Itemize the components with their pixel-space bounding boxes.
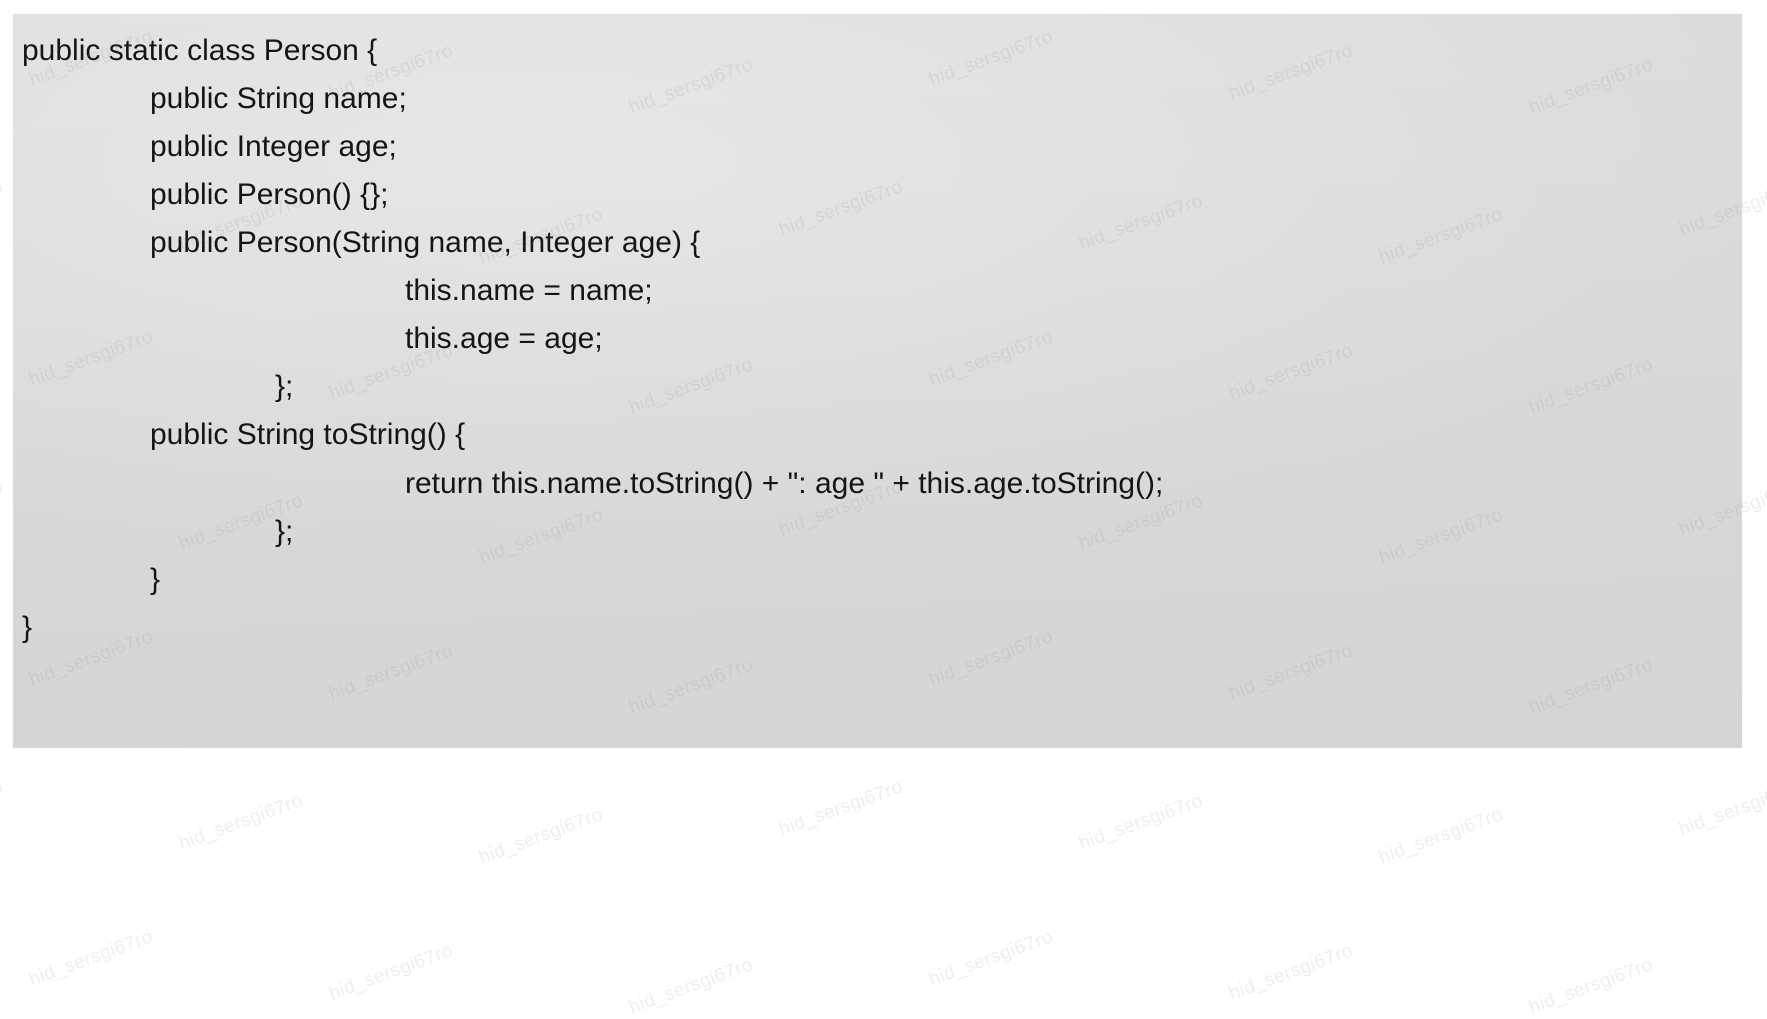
watermark-text: hid_sersgi67ro	[0, 776, 6, 841]
watermark-text: hid_sersgi67ro	[1226, 940, 1356, 1005]
code-line: };	[275, 370, 294, 403]
watermark-text: hid_sersgi67ro	[776, 776, 906, 841]
watermark-text: hid_sersgi67ro	[1526, 954, 1656, 1019]
code-line: public String toString() {	[150, 418, 466, 451]
code-line: public Integer age;	[150, 130, 397, 163]
page-root: public static class Person { public Strin…	[0, 0, 1767, 1018]
code-line: }	[22, 611, 33, 644]
code-line: this.age = age;	[405, 322, 603, 355]
code-line: }	[150, 563, 161, 596]
watermark-text: hid_sersgi67ro	[1376, 804, 1506, 869]
code-line: this.name = name;	[405, 274, 653, 307]
watermark-text: hid_sersgi67ro	[926, 926, 1056, 991]
code-line: public Person(String name, Integer age) …	[150, 226, 701, 259]
watermark-text: hid_sersgi67ro	[326, 940, 456, 1005]
watermark-text: hid_sersgi67ro	[476, 804, 606, 869]
code-line: };	[275, 515, 294, 548]
watermark-text: hid_sersgi67ro	[1676, 776, 1767, 841]
watermark-text: hid_sersgi67ro	[0, 176, 6, 241]
watermark-text: hid_sersgi67ro	[1076, 790, 1206, 855]
watermark-text: hid_sersgi67ro	[626, 954, 756, 1019]
code-line: public static class Person {	[22, 34, 378, 67]
code-line: public String name;	[150, 82, 407, 115]
watermark-text: hid_sersgi67ro	[26, 926, 156, 991]
watermark-text: hid_sersgi67ro	[0, 476, 6, 541]
watermark-text: hid_sersgi67ro	[176, 790, 306, 855]
code-block: public static class Person { public Strin…	[13, 14, 1742, 748]
code-line: public Person() {};	[150, 178, 389, 211]
code-line: return this.name.toString() + ": age " +…	[405, 467, 1164, 500]
code-snippet-panel: public static class Person { public Strin…	[13, 14, 1742, 748]
